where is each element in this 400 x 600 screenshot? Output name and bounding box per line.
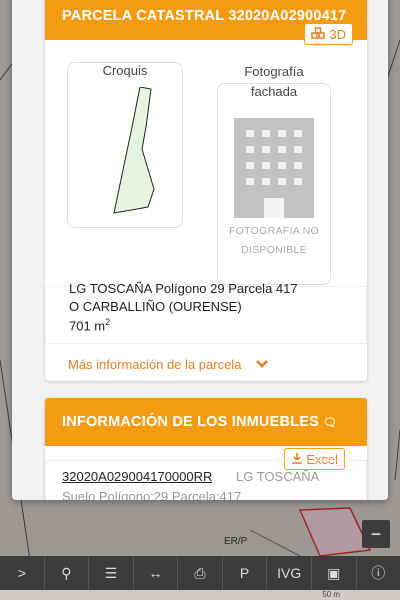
parcel-area: 701 m2: [69, 317, 111, 334]
more-info-link[interactable]: Más información de la parcela: [68, 357, 269, 372]
no-photo-text: FOTOGRAFÍA NO DISPONIBLE: [228, 225, 320, 256]
inmuebles-card: INFORMACIÓN DE LOS INMUEBLES 🗨 Excel 320…: [45, 398, 367, 500]
toolbar-info-button[interactable]: ⓘ: [357, 556, 400, 590]
toolbar-expand-button[interactable]: >: [0, 556, 45, 590]
parcel-card: PARCELA CATASTRAL 32020A02900417 3D Croq…: [45, 0, 367, 381]
toolbar-ivg-button[interactable]: IVG: [267, 556, 312, 590]
croquis-panel: Croquis: [67, 62, 183, 228]
toolbar-search-button[interactable]: ⚲: [45, 556, 90, 590]
parcel-modal: PARCELA CATASTRAL 32020A02900417 3D Croq…: [12, 0, 388, 500]
toolbar-3d-button[interactable]: ▣: [312, 556, 357, 590]
address-line-2: O CARBALLIÑO (OURENSE): [69, 299, 242, 314]
print-icon: ⎙: [194, 564, 206, 581]
zoom-out-button[interactable]: −: [362, 520, 390, 548]
comment-icon: 🗨: [323, 417, 338, 429]
address-line-1: LG TOSCAÑA Polígono 29 Parcela 417: [69, 281, 298, 296]
inmueble-subtitle: Suelo Polígono:29 Parcela:417: [62, 489, 242, 500]
toolbar-p-button[interactable]: P: [223, 556, 268, 590]
parcel-sketch: [113, 87, 155, 214]
measure-icon: ↔: [148, 565, 163, 581]
chevron-right-icon: >: [17, 565, 26, 581]
toolbar-measure-button[interactable]: ↔: [134, 556, 179, 590]
inmuebles-card-header: INFORMACIÓN DE LOS INMUEBLES 🗨: [45, 398, 367, 446]
ivg-icon: IVG: [277, 565, 302, 581]
p-icon: P: [239, 565, 250, 581]
building-icon: [234, 118, 314, 223]
search-icon: ⚲: [61, 564, 72, 581]
chevron-down-icon: [255, 357, 269, 372]
facade-photo-panel: Fotografía fachada FOTOGRAFÍA NO DISPONI…: [217, 64, 331, 285]
facade-photo-label: Fotografía fachada: [244, 64, 304, 99]
info-icon: ⓘ: [371, 565, 386, 581]
scale-label: 50 m: [322, 590, 340, 599]
cubes-icon: [311, 26, 326, 42]
inmueble-ref-link[interactable]: 32020A029004170000RR: [62, 469, 212, 484]
map-scale-bar: 50 m: [0, 590, 400, 600]
more-info-label: Más información de la parcela: [68, 357, 242, 372]
view-3d-button[interactable]: 3D: [304, 23, 353, 45]
view-3d-label: 3D: [329, 26, 346, 42]
cubes-icon: ▣: [327, 564, 341, 581]
inmuebles-title: INFORMACIÓN DE LOS INMUEBLES 🗨: [62, 414, 338, 430]
croquis-label: Croquis: [102, 63, 148, 78]
inmueble-row[interactable]: 32020A029004170000RR LG TOSCAÑA Suelo Po…: [45, 460, 367, 500]
inmueble-location: LG TOSCAÑA: [236, 469, 320, 484]
parcel-address-block: LG TOSCAÑA Polígono 29 Parcela 417 O CAR…: [45, 281, 367, 344]
toolbar-layers-button[interactable]: ☰: [89, 556, 134, 590]
layers-icon: ☰: [104, 564, 118, 581]
parcel-title: PARCELA CATASTRAL 32020A02900417: [62, 8, 347, 24]
map-toolbar: > ⚲ ☰ ↔ ⎙ P IVG ▣ ⓘ: [0, 556, 400, 590]
toolbar-print-button[interactable]: ⎙: [178, 556, 223, 590]
